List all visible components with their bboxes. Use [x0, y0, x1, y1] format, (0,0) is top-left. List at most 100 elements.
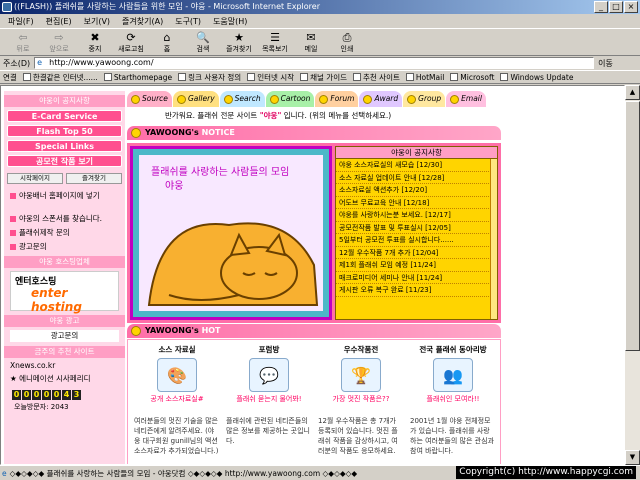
scroll-up-arrow-icon[interactable]: ▲	[625, 85, 640, 100]
toolbar-button-4[interactable]: ⌂ 홈	[150, 28, 184, 55]
sidebar-button[interactable]: 공모전 작품 보기	[7, 155, 122, 167]
notice-item[interactable]: 게시판 오류 복구 완료 [11/23]	[336, 284, 497, 297]
page-viewport[interactable]: 야웅이 공지사항 E-Card Service Flash Top 50 Speci…	[0, 85, 625, 465]
notice-item[interactable]: 공모전작품 발표 및 투표실시 [12/05]	[336, 222, 497, 234]
menu-item[interactable]: 도구(T)	[175, 16, 201, 27]
hot-column-link[interactable]: 공개 소스자료실#	[132, 394, 222, 406]
tab-source[interactable]: Source	[127, 91, 172, 107]
small-button[interactable]: 즐겨찾기	[66, 173, 122, 184]
hot-column-title[interactable]: 전국 플래쉬 동아리방	[408, 344, 498, 356]
hosting-banner[interactable]: 엔터호스팅 enter hosting	[10, 271, 119, 314]
hot-column-title[interactable]: 소스 자료실	[132, 344, 222, 356]
window-title: ((FLASH)) 플래쉬를 사랑하는 사람들을 위한 모임 - 야웅 - Mi…	[14, 2, 320, 11]
toolbar-button-2[interactable]: ✖ 중지	[78, 28, 112, 55]
toolbar-button-6[interactable]: ★ 즐겨찾기	[222, 28, 256, 55]
menu-item[interactable]: 편집(E)	[46, 16, 72, 27]
tab-forum[interactable]: Forum	[315, 91, 359, 107]
minimize-button[interactable]: _	[594, 1, 608, 13]
toolbar-button-8[interactable]: ✉ 메일	[294, 28, 328, 55]
tab-group[interactable]: Group	[403, 91, 446, 107]
link-item[interactable]: 인터넷 시작	[247, 72, 294, 83]
close-button[interactable]: ×	[624, 1, 638, 13]
hot-area: 소스 자료실 🎨 공개 소스자료실# 여러분들의 멋진 기술을 많은 네티즌에게 알려…	[127, 339, 501, 464]
toolbar-label: 검색	[196, 45, 210, 53]
go-button[interactable]: 이동	[598, 58, 613, 69]
cat-artwork[interactable]: 플래쉬를 사랑하는 사람들의 모임 야웅	[130, 146, 332, 320]
address-input[interactable]: e http://www.yawoong.com/	[34, 57, 595, 69]
menu-item[interactable]: 파일(F)	[8, 16, 34, 27]
maximize-button[interactable]: □	[609, 1, 623, 13]
tab-label: Forum	[330, 94, 355, 103]
notice-item[interactable]: 소스자료실 액션추가 [12/20]	[336, 184, 497, 197]
scroll-down-arrow-icon[interactable]: ▼	[625, 450, 640, 465]
hot-column-title[interactable]: 우수작품전	[316, 344, 406, 356]
sidebar-link-label: 야웅의 스폰서를 찾습니다.	[19, 214, 103, 223]
notice-item[interactable]: 야웅 소스자료실의 새모습 [12/30]	[336, 159, 497, 172]
bullet-icon	[10, 192, 16, 199]
menu-item[interactable]: 도움말(H)	[213, 16, 247, 27]
link-item[interactable]: Starthomepage	[103, 73, 172, 82]
toolbar-button-3[interactable]: ⟳ 새로고침	[114, 28, 148, 55]
tab-award[interactable]: Award	[359, 91, 403, 107]
toolbar-button-7[interactable]: ☰ 목록보기	[258, 28, 292, 55]
notice-item[interactable]: 제1회 플래쉬 모임 예정 [11/24]	[336, 259, 497, 272]
hot-column-link[interactable]: 플래쉬 묻는지 물어봐!	[224, 394, 314, 406]
notice-item[interactable]: 소스 자료실 업데이트 안내 [12/28]	[336, 172, 497, 184]
sidebar-link[interactable]: 야웅배너 홈페이지에 넣기	[10, 190, 119, 201]
hot-column-image[interactable]: 👥	[433, 358, 473, 392]
tab-email[interactable]: Email	[446, 91, 486, 107]
hot-column-title[interactable]: 포럼방	[224, 344, 314, 356]
link-item[interactable]: 링크 사용자 정의	[178, 72, 241, 83]
link-item[interactable]: 한결같은 인터넷......	[22, 72, 98, 83]
bullet-icon	[10, 243, 16, 250]
smiley-icon	[450, 94, 460, 104]
tab-cartoon[interactable]: Cartoon	[265, 91, 315, 107]
vertical-scrollbar[interactable]: ▲ ▼	[625, 85, 640, 465]
tab-gallery[interactable]: Gallery	[172, 91, 219, 107]
tab-label: Group	[418, 94, 442, 103]
link-item[interactable]: 채널 가이드	[300, 72, 347, 83]
sidebar-button[interactable]: Flash Top 50	[7, 125, 122, 137]
notice-item[interactable]: 5일부터 공모전 투표를 실시합니다......	[336, 234, 497, 247]
link-item[interactable]: Windows Update	[500, 73, 573, 82]
sidebar-link[interactable]: 야웅의 스폰서를 찾습니다.	[10, 213, 119, 224]
sidebar-button[interactable]: E-Card Service	[7, 110, 122, 122]
link-item[interactable]: HotMail	[405, 73, 444, 82]
refresh-icon: ⟳	[126, 31, 136, 44]
hot-column-link[interactable]: 가장 멋진 작품은??	[316, 394, 406, 406]
recommend-link[interactable]: Xnews.co.kr	[10, 361, 119, 370]
toolbar-button-5[interactable]: 🔍 검색	[186, 28, 220, 55]
notice-item[interactable]: 매크로미디어 세미나 안내 [11/24]	[336, 272, 497, 284]
recommend-link[interactable]: ★ 에니메이션 시사페리디	[10, 373, 119, 384]
notice-item[interactable]: 어도브 무료교육 안내 [12/18]	[336, 197, 497, 209]
hot-column-link[interactable]: 플래쉬인 모여라!!	[408, 394, 498, 406]
link-item[interactable]: 추천 사이트	[353, 72, 400, 83]
hot-column-image[interactable]: 🏆	[341, 358, 381, 392]
toolbar-button-0[interactable]: ⇦ 뒤로	[6, 28, 40, 55]
small-button[interactable]: 시작페이지	[7, 173, 63, 184]
notice-item[interactable]: 12월 우수작품 7개 추가 [12/04]	[336, 247, 497, 259]
toolbar-button-9[interactable]: ⎙ 인쇄	[330, 28, 364, 55]
notice-item[interactable]: 야웅를 사랑하시는분 보세요. [12/17]	[336, 209, 497, 222]
notice-list-box: 야웅이 공지사항 야웅 소스자료실의 새모습 [12/30] 소스 자료실 업데이…	[335, 146, 498, 320]
sidebar-link[interactable]: 플래쉬제작 문의	[10, 227, 119, 238]
link-item[interactable]: Microsoft	[450, 73, 494, 82]
toolbar-button-1[interactable]: ⇨ 앞으로	[42, 28, 76, 55]
toolbar-label: 새로고침	[118, 45, 144, 53]
hot-header-sub: HOT	[201, 326, 221, 335]
menu-item[interactable]: 즐겨찾기(A)	[122, 16, 163, 27]
sidebar-button[interactable]: Special Links	[7, 140, 122, 152]
notice-scrollbar[interactable]	[490, 159, 497, 319]
menu-item[interactable]: 보기(V)	[84, 16, 110, 27]
tab-search[interactable]: Search	[219, 91, 265, 107]
hot-column: 전국 플래쉬 동아리방 👥 플래쉬인 모여라!! 2001년 1월 야웅 전체정모가 …	[408, 344, 498, 464]
sidebar-link[interactable]: 광고문의	[10, 241, 119, 252]
scroll-thumb[interactable]	[625, 101, 640, 351]
hot-column-image[interactable]: 💬	[249, 358, 289, 392]
hot-column-image[interactable]: 🎨	[157, 358, 197, 392]
ad-link[interactable]: 광고문의	[10, 330, 119, 342]
sidebar-link-label: 광고문의	[19, 242, 47, 251]
artwork-title: 플래쉬를 사랑하는 사람들의 모임	[151, 167, 290, 178]
notice-section-header: YAWOONG's NOTICE	[127, 126, 501, 140]
page-icon	[178, 73, 187, 81]
